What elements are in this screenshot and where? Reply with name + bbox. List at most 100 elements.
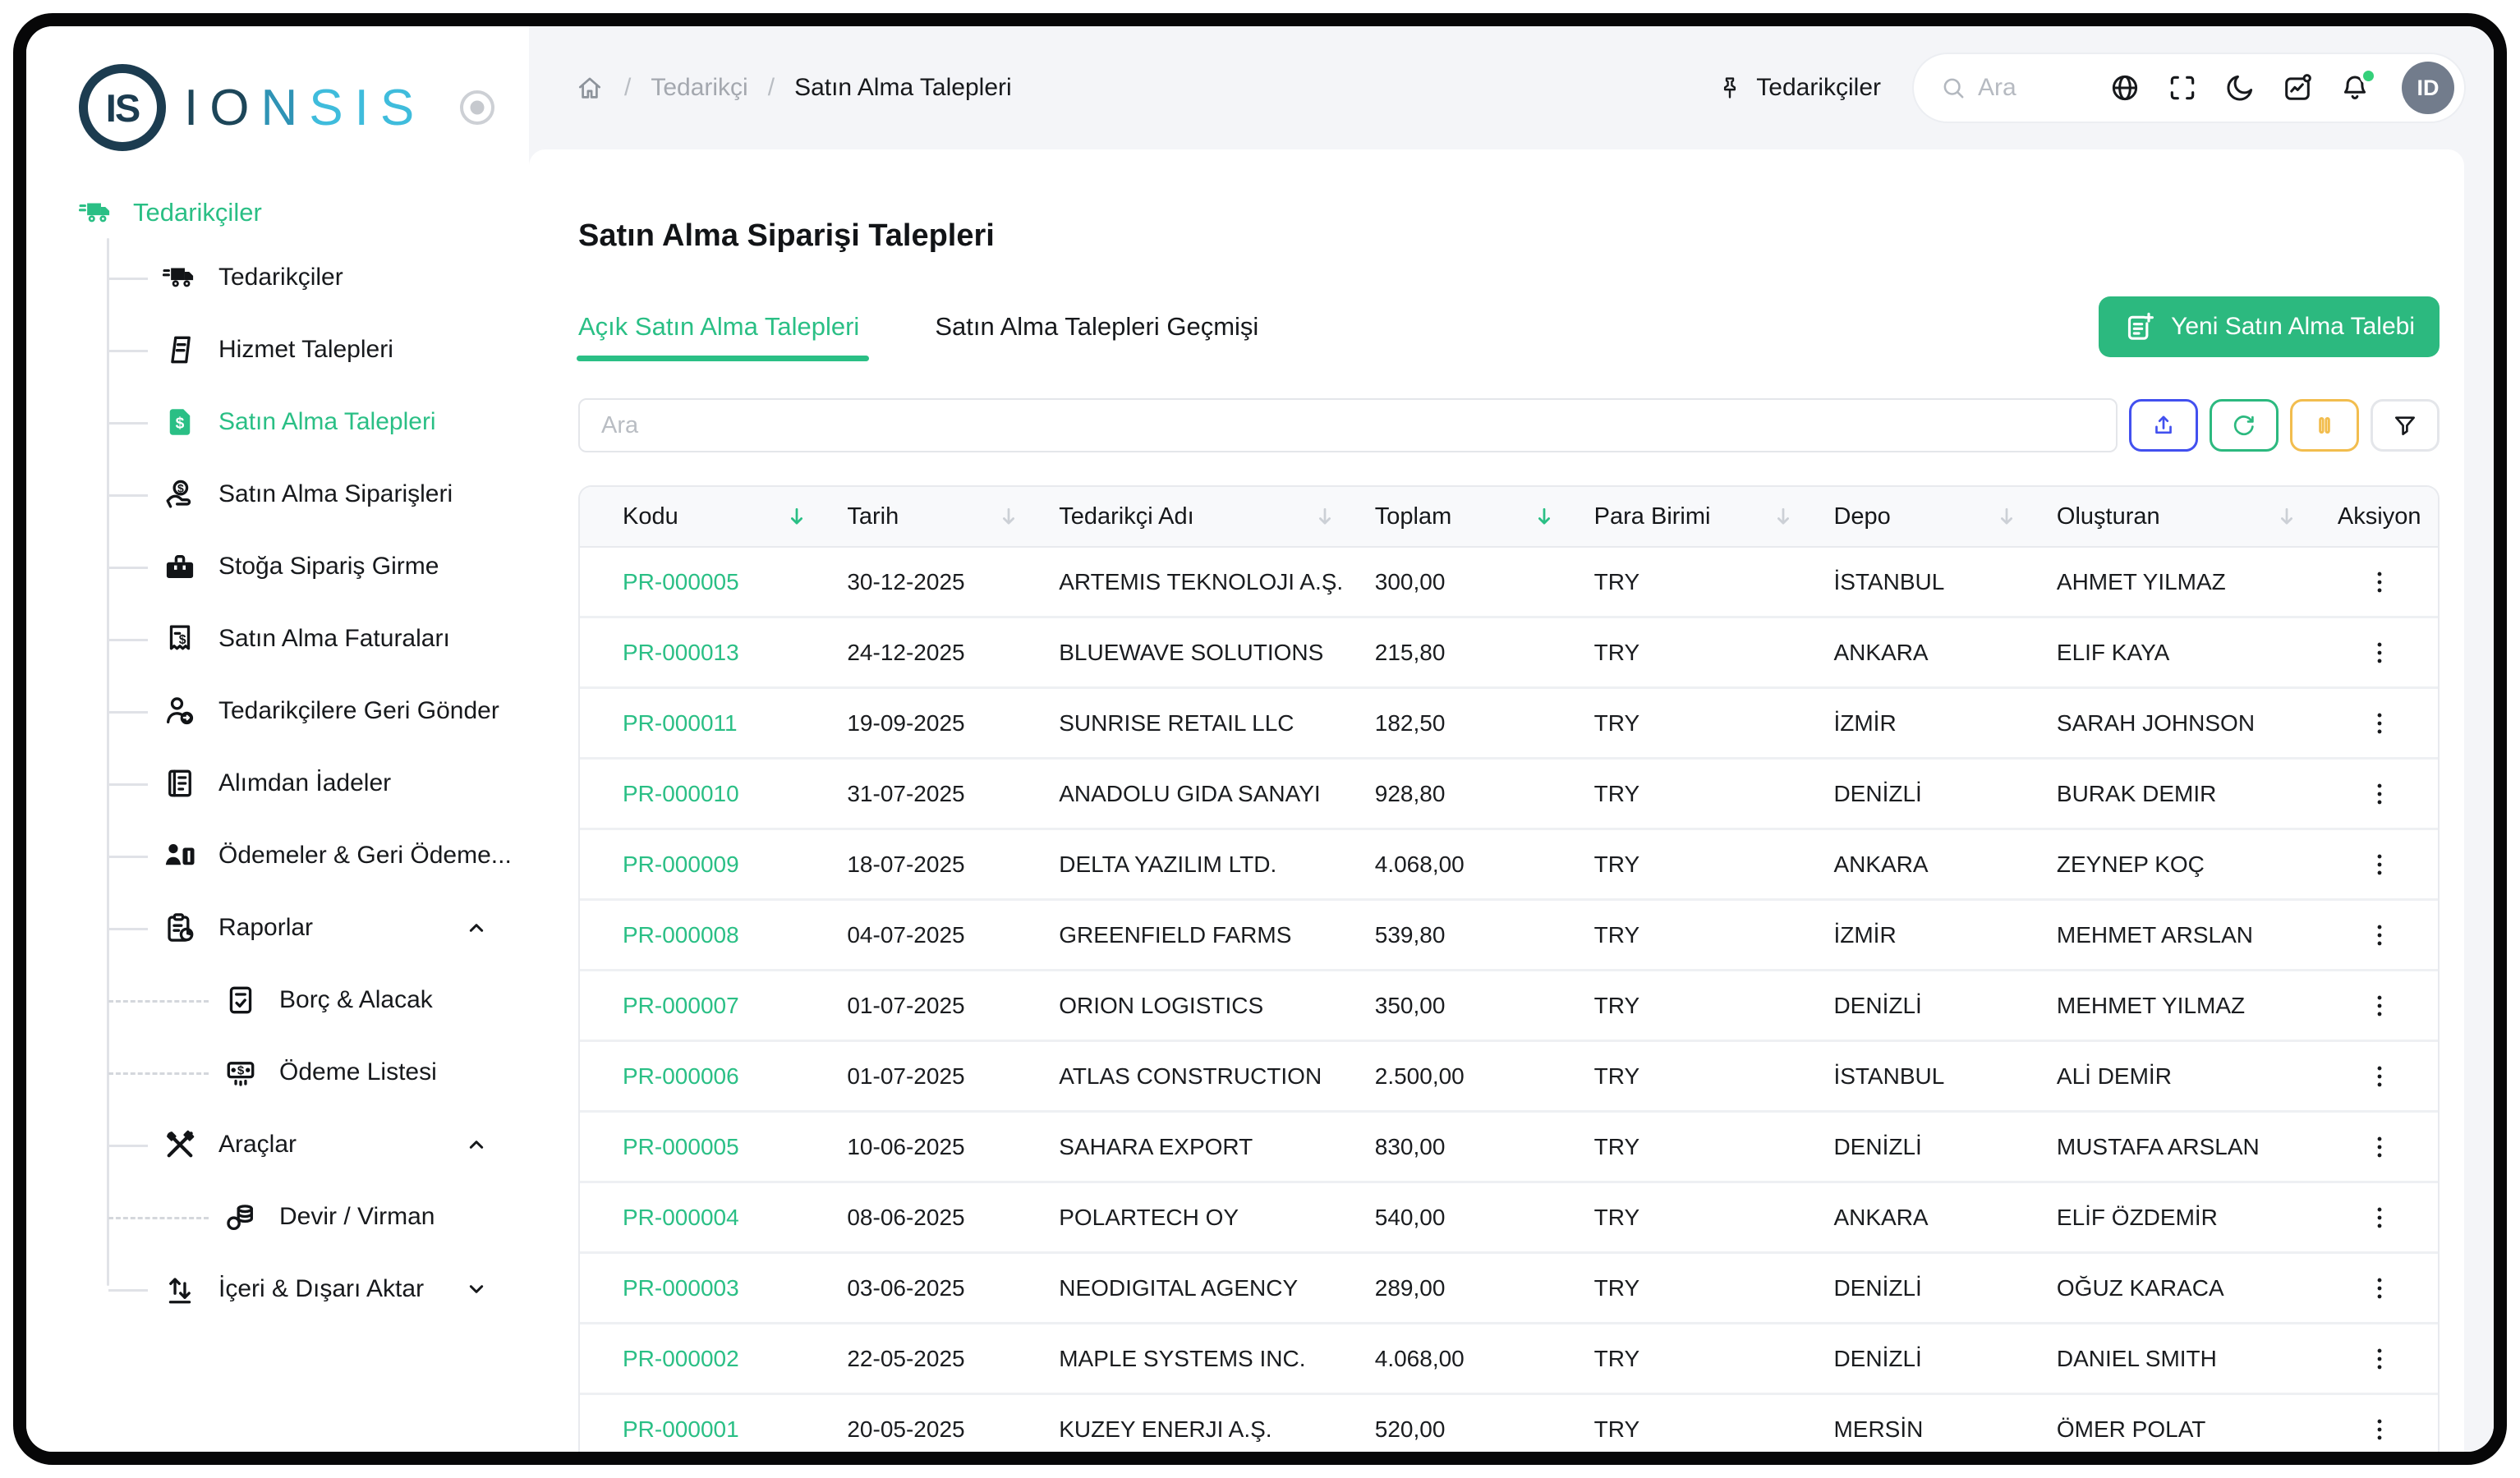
request-code-link[interactable]: PR-000007 (580, 993, 830, 1019)
column-header-olusturan[interactable]: Oluşturan (2040, 503, 2321, 530)
kebab-menu-icon[interactable] (2366, 566, 2394, 599)
column-header-tarih[interactable]: Tarih (830, 503, 1042, 530)
breadcrumb-level1[interactable]: Tedarikçi (651, 74, 747, 102)
kebab-menu-icon[interactable] (2366, 1131, 2394, 1164)
table-search-input[interactable] (578, 398, 2118, 452)
sidebar-item-satin-alma-siparisleri[interactable]: $ Satın Alma Siparişleri (79, 458, 529, 530)
currency: TRY (1578, 922, 1818, 948)
sort-icon[interactable] (2274, 504, 2299, 529)
sidebar-item-tedarikciler[interactable]: Tedarikçiler (79, 241, 529, 314)
request-code-link[interactable]: PR-000013 (580, 640, 830, 666)
request-code-link[interactable]: PR-000005 (580, 1134, 830, 1160)
request-code-link[interactable]: PR-000006 (580, 1063, 830, 1090)
pinned-module[interactable]: Tedarikçiler (1717, 74, 1881, 102)
request-code-link[interactable]: PR-000004 (580, 1205, 830, 1231)
sidebar-root-tedarikciler[interactable]: Tedarikçiler (79, 195, 529, 230)
new-purchase-request-label: Yeni Satın Alma Talebi (2171, 313, 2415, 341)
activity-monitor-icon[interactable] (2282, 72, 2313, 103)
table-row[interactable]: PR-000009 18-07-2025 DELTA YAZILIM LTD. … (580, 830, 2438, 901)
user-avatar[interactable]: ID (2402, 62, 2454, 114)
sidebar-item-borc-alacak[interactable]: Borç & Alacak (79, 964, 529, 1036)
sidebar-item-stoga-siparis-girme[interactable]: Stoğa Sipariş Girme (79, 530, 529, 603)
request-code-link[interactable]: PR-000011 (580, 710, 830, 737)
notifications-button[interactable] (2339, 72, 2371, 103)
column-header-kodu[interactable]: Kodu (580, 503, 830, 530)
table-row[interactable]: PR-000006 01-07-2025 ATLAS CONSTRUCTION … (580, 1042, 2438, 1113)
home-icon[interactable] (575, 73, 605, 103)
new-purchase-request-button[interactable]: Yeni Satın Alma Talebi (2099, 296, 2440, 357)
kebab-menu-icon[interactable] (2366, 778, 2394, 810)
sort-icon[interactable] (996, 504, 1021, 529)
tab-acik-satin-alma-talepleri[interactable]: Açık Satın Alma Talepleri (578, 312, 859, 342)
row-actions-cell (2320, 989, 2438, 1022)
column-header-tedarikci-adi[interactable]: Tedarikçi Adı (1042, 503, 1359, 530)
kebab-menu-icon[interactable] (2366, 1413, 2394, 1446)
breadcrumb: / Tedarikçi / Satın Alma Talepleri (575, 73, 1012, 103)
import-export-icon (163, 1272, 197, 1306)
global-search-input[interactable] (1976, 73, 2083, 103)
table-row[interactable]: PR-000002 22-05-2025 MAPLE SYSTEMS INC. … (580, 1324, 2438, 1395)
request-code-link[interactable]: PR-000001 (580, 1416, 830, 1443)
request-code-link[interactable]: PR-000005 (580, 569, 830, 595)
sidebar-item-satin-alma-faturalari[interactable]: $ Satın Alma Faturaları (79, 603, 529, 675)
total-amount: 215,80 (1359, 640, 1578, 666)
sidebar-item-hizmet-talepleri[interactable]: Hizmet Talepleri (79, 314, 529, 386)
row-actions-cell (2320, 707, 2438, 740)
request-code-link[interactable]: PR-000002 (580, 1346, 830, 1372)
kebab-menu-icon[interactable] (2366, 1060, 2394, 1093)
sidebar-item-devir-virman[interactable]: Devir / Virman (79, 1181, 529, 1253)
table-row[interactable]: PR-000011 19-09-2025 SUNRISE RETAIL LLC … (580, 689, 2438, 760)
refresh-button[interactable] (2210, 399, 2279, 452)
sidebar-item-iceri-disari-aktar[interactable]: İçeri & Dışarı Aktar (79, 1253, 529, 1325)
table-row[interactable]: PR-000004 08-06-2025 POLARTECH OY 540,00… (580, 1183, 2438, 1254)
kebab-menu-icon[interactable] (2366, 989, 2394, 1022)
request-code-link[interactable]: PR-000003 (580, 1275, 830, 1301)
sort-icon[interactable] (1994, 504, 2019, 529)
kebab-menu-icon[interactable] (2366, 1272, 2394, 1305)
export-button[interactable] (2129, 399, 2198, 452)
global-search[interactable] (1940, 73, 2083, 103)
kebab-menu-icon[interactable] (2366, 848, 2394, 881)
sort-icon[interactable] (1313, 504, 1337, 529)
filter-button[interactable] (2371, 399, 2440, 452)
request-code-link[interactable]: PR-000009 (580, 851, 830, 878)
sidebar-item-tedarikcilere-geri-gonder[interactable]: Tedarikçilere Geri Gönder (79, 675, 529, 747)
sidebar-item-araclar[interactable]: Araçlar (79, 1108, 529, 1181)
kebab-menu-icon[interactable] (2366, 707, 2394, 740)
tab-satin-alma-talepleri-gecmisi[interactable]: Satın Alma Talepleri Geçmişi (935, 312, 1258, 342)
sidebar-collapse-toggle[interactable] (460, 90, 494, 125)
sidebar-item-alimdan-iadeler[interactable]: Alımdan İadeler (79, 747, 529, 819)
table-row[interactable]: PR-000008 04-07-2025 GREENFIELD FARMS 53… (580, 901, 2438, 971)
table-row[interactable]: PR-000013 24-12-2025 BLUEWAVE SOLUTIONS … (580, 618, 2438, 689)
sidebar-item-raporlar[interactable]: Raporlar (79, 892, 529, 964)
table-row[interactable]: PR-000005 10-06-2025 SAHARA EXPORT 830,0… (580, 1113, 2438, 1183)
sidebar-item-satin-alma-talepleri[interactable]: $ Satın Alma Talepleri (79, 386, 529, 458)
table-row[interactable]: PR-000003 03-06-2025 NEODIGITAL AGENCY 2… (580, 1254, 2438, 1324)
column-header-toplam[interactable]: Toplam (1359, 503, 1578, 530)
sort-desc-icon[interactable] (784, 504, 809, 529)
request-code-link[interactable]: PR-000010 (580, 781, 830, 807)
table-row[interactable]: PR-000001 20-05-2025 KUZEY ENERJI A.Ş. 5… (580, 1395, 2438, 1452)
column-header-para-birimi[interactable]: Para Birimi (1578, 503, 1818, 530)
row-actions-cell (2320, 919, 2438, 952)
dark-mode-moon-icon[interactable] (2224, 72, 2256, 103)
sidebar-item-label: Raporlar (218, 914, 313, 942)
sidebar-item-odeme-listesi[interactable]: $ Ödeme Listesi (79, 1036, 529, 1108)
table-row[interactable]: PR-000005 30-12-2025 ARTEMIS TEKNOLOJI A… (580, 548, 2438, 618)
table-row[interactable]: PR-000010 31-07-2025 ANADOLU GIDA SANAYI… (580, 760, 2438, 830)
kebab-menu-icon[interactable] (2366, 919, 2394, 952)
kebab-menu-icon[interactable] (2366, 1343, 2394, 1375)
kebab-menu-icon[interactable] (2366, 636, 2394, 669)
sidebar-item-odemeler-geri-odeme[interactable]: Ödemeler & Geri Ödeme... (79, 819, 529, 892)
pause-button[interactable] (2290, 399, 2359, 452)
sort-desc-icon[interactable] (1532, 504, 1557, 529)
globe-icon[interactable] (2109, 72, 2141, 103)
fullscreen-icon[interactable] (2167, 72, 2198, 103)
column-header-depo[interactable]: Depo (1817, 503, 2039, 530)
tools-icon (163, 1127, 197, 1162)
request-code-link[interactable]: PR-000008 (580, 922, 830, 948)
kebab-menu-icon[interactable] (2366, 1201, 2394, 1234)
sort-icon[interactable] (1771, 504, 1796, 529)
tabs-row: Açık Satın Alma Talepleri Satın Alma Tal… (578, 296, 2440, 357)
table-row[interactable]: PR-000007 01-07-2025 ORION LOGISTICS 350… (580, 971, 2438, 1042)
